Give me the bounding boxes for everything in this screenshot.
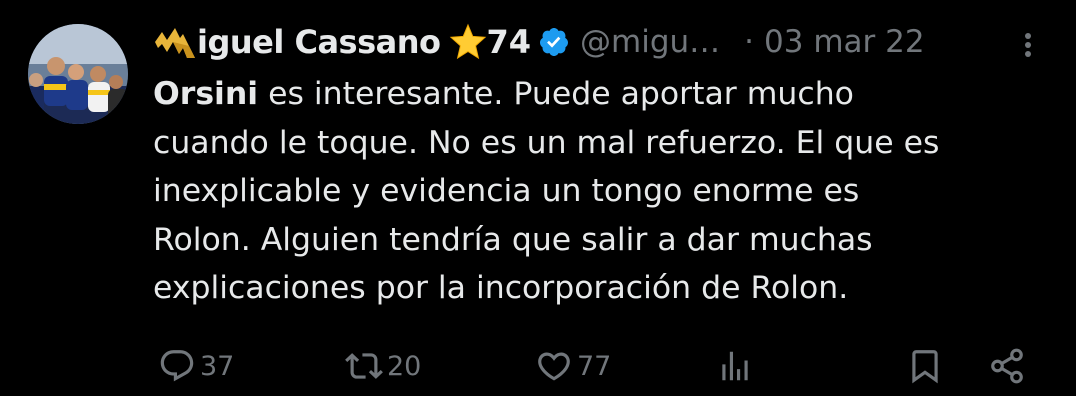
reply-button[interactable]: 37 xyxy=(158,346,234,386)
author-handle[interactable]: @migu… xyxy=(580,24,720,60)
tweet[interactable]: iguel Cassano 74 @migu… · 03 mar 22 Orsi… xyxy=(0,0,1076,396)
repost-icon xyxy=(345,353,383,379)
tweet-text: Orsini es interesante. Puede aportar muc… xyxy=(153,70,1053,313)
tweet-text-line: inexplicable y evidencia un tongo enorme… xyxy=(153,173,860,210)
tweet-header: iguel Cassano 74 @migu… · 03 mar 22 xyxy=(153,20,1053,64)
tweet-text-line1-rest: es interesante. Puede aportar mucho xyxy=(258,76,854,112)
analytics-icon xyxy=(722,351,748,381)
bookmark-button[interactable] xyxy=(906,346,944,386)
gold-m-logo-icon xyxy=(155,28,195,58)
like-count: 77 xyxy=(577,350,612,382)
author-name-suffix[interactable]: 74 xyxy=(487,23,532,61)
tweet-text-line: Orsini es interesante. Puede aportar muc… xyxy=(153,70,1053,119)
tweet-text-line: explicaciones por la incorporación de Ro… xyxy=(153,270,849,307)
reply-icon xyxy=(160,350,194,382)
verified-badge-icon[interactable] xyxy=(538,26,570,58)
avatar-image xyxy=(28,24,128,124)
like-button[interactable]: 77 xyxy=(535,346,611,386)
tweet-text-bold-word: Orsini xyxy=(153,76,259,112)
star-icon xyxy=(449,23,486,60)
separator-dot: · xyxy=(744,24,755,60)
views-button[interactable] xyxy=(716,346,754,386)
tweet-actions: 37 20 77 xyxy=(0,340,1076,396)
reply-count: 37 xyxy=(200,350,235,382)
repost-button[interactable]: 20 xyxy=(345,346,421,386)
tweet-text-line: cuando le toque. No es un mal refuerzo. … xyxy=(153,124,940,161)
more-options-icon[interactable] xyxy=(1016,30,1040,60)
author-display-name[interactable]: iguel Cassano xyxy=(197,23,441,61)
tweet-date[interactable]: 03 mar 22 xyxy=(764,24,925,60)
heart-icon xyxy=(538,352,570,381)
bookmark-icon xyxy=(912,350,938,384)
avatar[interactable] xyxy=(28,24,128,124)
repost-count: 20 xyxy=(387,350,422,382)
share-button[interactable] xyxy=(988,346,1026,386)
share-icon xyxy=(991,348,1023,384)
tweet-text-line: Rolon. Alguien tendría que salir a dar m… xyxy=(153,221,873,258)
